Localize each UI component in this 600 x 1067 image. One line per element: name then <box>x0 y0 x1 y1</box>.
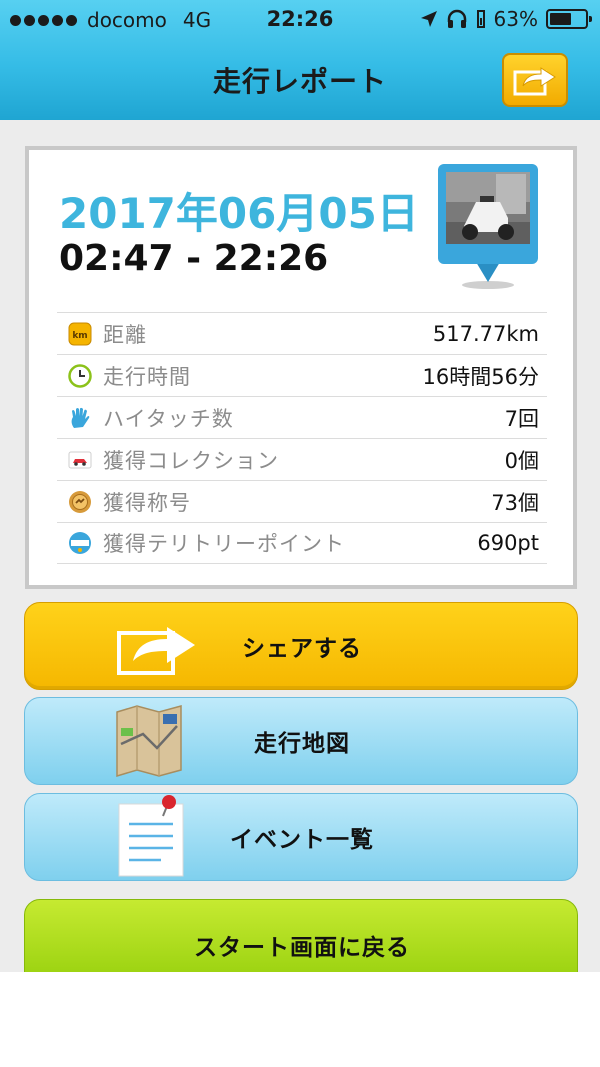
share-arrow-icon <box>513 67 556 96</box>
stat-value: 7回 <box>504 406 539 431</box>
stat-row-collection: 獲得コレクション 0個 <box>57 438 547 480</box>
map-button-label: 走行地図 <box>254 731 350 757</box>
app-screen: docomo 4G 22:26 63% 走行レポート 2017年06月05日 0… <box>0 0 600 972</box>
battery-percent: 63% <box>493 7 538 31</box>
stat-row-distance: km 距離 517.77km <box>57 312 547 354</box>
svg-text:km: km <box>72 331 87 341</box>
stat-label: ハイタッチ数 <box>103 406 234 431</box>
share-button[interactable] <box>502 53 568 107</box>
medal-icon <box>67 489 93 515</box>
stat-label: 獲得テリトリーポイント <box>103 532 345 556</box>
start-button-label: スタート画面に戻る <box>194 935 410 961</box>
status-right: 63% <box>420 7 592 31</box>
header: docomo 4G 22:26 63% 走行レポート <box>0 0 600 120</box>
stat-value: 0個 <box>504 448 539 473</box>
event-list-button[interactable]: イベント一覧 <box>24 793 578 881</box>
stat-value: 73個 <box>491 490 539 515</box>
stat-label: 走行時間 <box>103 364 191 389</box>
report-date: 2017年06月05日 <box>59 189 419 238</box>
lock-rotation-icon <box>476 10 485 28</box>
headphones-icon <box>447 9 466 28</box>
report-time-range: 02:47 - 22:26 <box>59 238 329 279</box>
status-bar: docomo 4G 22:26 63% <box>0 0 600 40</box>
motorcycle-photo-pin[interactable] <box>436 162 540 290</box>
stat-label: 距離 <box>103 322 147 347</box>
stat-label: 獲得コレクション <box>103 448 279 473</box>
stat-label: 獲得称号 <box>103 490 191 515</box>
stat-value: 517.77km <box>432 321 539 346</box>
clock-icon <box>67 363 93 389</box>
share-report-button[interactable]: シェアする <box>24 602 578 690</box>
stat-row-territory-points: 獲得テリトリーポイント 690pt <box>57 522 547 564</box>
report-card: 2017年06月05日 02:47 - 22:26 km 距離 517.77km <box>25 146 577 589</box>
spot-icon <box>67 530 93 556</box>
hand-icon <box>67 405 93 431</box>
battery-icon <box>546 9 592 29</box>
share-button-label: シェアする <box>242 636 362 662</box>
stat-value: 16時間56分 <box>422 364 539 389</box>
km-icon: km <box>67 321 93 347</box>
stat-row-high-touch: ハイタッチ数 7回 <box>57 396 547 438</box>
location-arrow-icon <box>420 11 437 27</box>
stat-row-titles: 獲得称号 73個 <box>57 480 547 522</box>
drive-map-button[interactable]: 走行地図 <box>24 697 578 785</box>
back-to-start-button[interactable]: スタート画面に戻る <box>24 899 578 972</box>
events-button-label: イベント一覧 <box>230 827 374 853</box>
stat-value: 690pt <box>477 531 539 555</box>
stat-row-drive-time: 走行時間 16時間56分 <box>57 354 547 396</box>
car-card-icon <box>67 447 93 473</box>
stats-list: km 距離 517.77km 走行時間 16時間56分 ハイタッチ数 7回 獲得… <box>57 312 547 564</box>
